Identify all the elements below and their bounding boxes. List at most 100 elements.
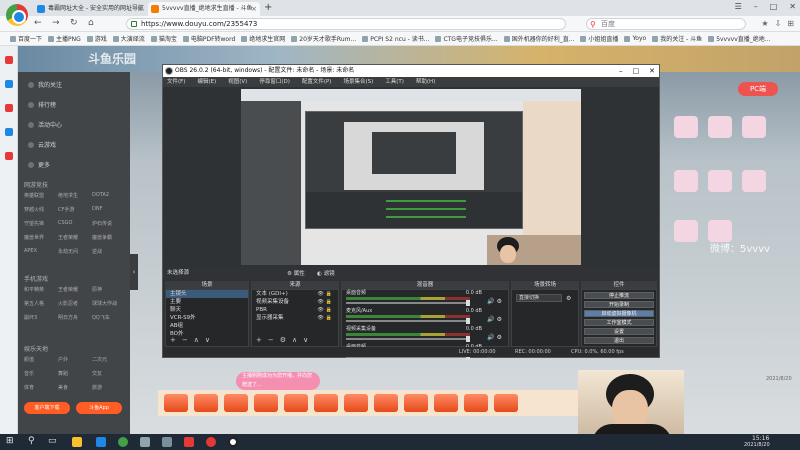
obs-control-button[interactable]: 工作室模式 [584, 319, 654, 326]
category-link[interactable]: 颜值 [24, 356, 58, 363]
gift-cell[interactable] [742, 170, 766, 192]
gift-cell[interactable] [742, 116, 766, 138]
extensions-icon[interactable]: ⊞ [787, 19, 794, 28]
volume-slider[interactable] [346, 302, 470, 304]
edge-icon[interactable] [96, 437, 106, 447]
category-link[interactable]: 魔兽争霸 [92, 234, 126, 241]
gift-item[interactable] [254, 394, 278, 412]
obs-titlebar[interactable]: OBS 26.0.2 (64-bit, windows) - 配置文件: 未命名… [163, 65, 659, 77]
gift-item[interactable] [434, 394, 458, 412]
obs-control-button[interactable]: 停止推流 [584, 292, 654, 299]
add-icon[interactable]: + [256, 336, 262, 344]
app-download-button[interactable]: 斗鱼App [76, 402, 122, 414]
add-icon[interactable]: + [170, 336, 176, 344]
category-link[interactable]: 魔兽世界 [24, 234, 58, 241]
category-link[interactable]: 二次元 [92, 356, 126, 363]
bookmark-item[interactable]: Yoyo [624, 35, 646, 42]
bookmark-item[interactable]: 国外机器你的好利_直... [503, 34, 574, 43]
bookmark-item[interactable]: 小姐姐直播 [580, 34, 618, 43]
transition-gear-icon[interactable]: ⚙ [566, 295, 571, 302]
mixer-track-icons[interactable]: 🔊 ⚙ [487, 316, 502, 323]
bookmark-item[interactable]: 电脑PDF转word [182, 34, 235, 43]
gift-item[interactable] [344, 394, 368, 412]
bookmark-item[interactable]: 主播PNG [48, 34, 81, 43]
browser-maximize-icon[interactable]: □ [770, 2, 778, 11]
filters-button[interactable]: ◐ 滤镜 [317, 268, 335, 280]
category-link[interactable]: APEX [24, 248, 58, 255]
bookmark-item[interactable]: PCPI S2 ncu - 读书... [362, 34, 429, 43]
scene-item[interactable]: 主镜头 [166, 290, 248, 298]
star-icon[interactable]: ★ [761, 19, 768, 28]
category-link[interactable]: 旅游 [92, 384, 126, 391]
category-link[interactable]: 交友 [92, 370, 126, 377]
source-visibility-icons[interactable]: 👁🔒 [317, 306, 334, 314]
gift-item[interactable] [494, 394, 518, 412]
volume-slider-knob[interactable] [466, 336, 470, 342]
gift-item[interactable] [164, 394, 188, 412]
mixer-track-icons[interactable]: 🔊 ⚙ [487, 298, 502, 305]
scene-item[interactable]: 主要 [166, 298, 248, 306]
obs-close-icon[interactable]: ✕ [649, 65, 655, 77]
category-link[interactable]: 美食 [58, 384, 92, 391]
category-link[interactable]: QQ飞车 [92, 314, 126, 321]
obs-menu-item[interactable]: 配置文件(P) [302, 77, 332, 87]
bookmark-item[interactable]: 大演绎流 [112, 34, 145, 43]
category-link[interactable]: 永劫无间 [58, 248, 92, 255]
download-icon[interactable]: ⇩ [775, 19, 782, 28]
volume-slider-knob[interactable] [466, 318, 470, 324]
source-visibility-icons[interactable]: 👁🔒 [317, 314, 334, 322]
obs-maximize-icon[interactable]: □ [633, 65, 640, 77]
category-link[interactable]: 穿越火线 [24, 206, 58, 213]
category-link[interactable]: 王者荣耀 [58, 234, 92, 241]
obs-taskbar-icon[interactable] [228, 437, 238, 447]
category-link[interactable]: CF手游 [58, 206, 92, 213]
file-explorer-icon[interactable] [72, 437, 82, 447]
gift-item[interactable] [284, 394, 308, 412]
category-link[interactable]: DOTA2 [92, 192, 126, 199]
obs-minimize-icon[interactable]: – [619, 65, 623, 77]
gear-icon[interactable]: ⚙ [280, 336, 286, 344]
sidebar-favorite-icon[interactable] [5, 56, 13, 64]
source-item[interactable]: 文本 (GDI+) 👁🔒 [252, 290, 338, 298]
weibo-icon[interactable] [206, 437, 216, 447]
bookmark-item[interactable]: 猫淘宝 [150, 34, 177, 43]
volume-slider[interactable] [346, 320, 470, 322]
bookmark-item[interactable]: 20岁天才歌手Rum... [291, 34, 356, 43]
transition-select[interactable]: 直接切换 [516, 294, 562, 302]
category-link[interactable]: 和平精英 [24, 286, 58, 293]
obs-menu-item[interactable]: 文件(F) [167, 77, 185, 87]
down-icon[interactable]: ∨ [303, 336, 308, 344]
scene-item[interactable]: AB组 [166, 322, 248, 330]
source-visibility-icons[interactable]: 👁🔒 [317, 290, 334, 298]
remove-icon[interactable]: − [268, 336, 274, 344]
client-download-button[interactable]: 客户端下载 [24, 402, 70, 414]
category-link[interactable]: 户外 [58, 356, 92, 363]
sidebar-item-follow[interactable]: 我的关注 [28, 80, 62, 89]
category-link[interactable]: 英雄联盟 [24, 192, 58, 199]
category-link[interactable]: DNF [92, 206, 126, 213]
source-item[interactable]: 视频采集设备 👁🔒 [252, 298, 338, 306]
obs-control-button[interactable]: 退出 [584, 337, 654, 344]
sidebar-app-icon[interactable] [5, 152, 13, 160]
source-item[interactable]: PBR 👁🔒 [252, 306, 338, 314]
gift-cell[interactable] [708, 116, 732, 138]
browser-tab-2[interactable]: 5vvvvv直播_绝地求生直播 - 斗鱼 × [148, 2, 260, 16]
gift-item[interactable] [464, 394, 488, 412]
pc-badge[interactable]: PC端 [738, 82, 778, 96]
sidebar-mail-icon[interactable] [5, 128, 13, 136]
gift-item[interactable] [224, 394, 248, 412]
obs-menu-item[interactable]: 编辑(E) [197, 77, 216, 87]
douyu-client-icon[interactable] [184, 437, 194, 447]
bookmark-item[interactable]: 我的关注 - 斗鱼 [652, 34, 702, 43]
chrome-icon[interactable] [118, 437, 128, 447]
sidebar-weibo-icon[interactable] [5, 104, 13, 112]
scene-item[interactable]: 聊天 [166, 306, 248, 314]
obs-menu-item[interactable]: 场景集合(S) [343, 77, 373, 87]
gift-cell[interactable] [674, 116, 698, 138]
notification-toast[interactable]: 主播刚刚成功为您开播，并向您赠送了... [236, 372, 320, 390]
category-link[interactable]: 明日方舟 [58, 314, 92, 321]
search-input[interactable]: ⚲ 百度 [586, 18, 746, 30]
back-button[interactable]: ← [34, 18, 42, 28]
obs-preview[interactable] [241, 89, 581, 265]
refresh-button[interactable]: ↻ [70, 18, 78, 28]
